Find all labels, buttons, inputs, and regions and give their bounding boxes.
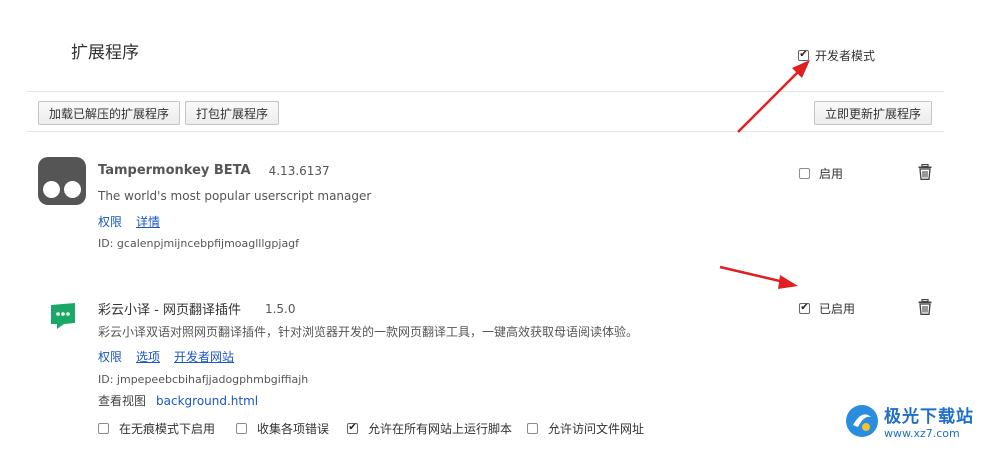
extension-version: 1.5.0 bbox=[264, 301, 296, 316]
annotation-arrow bbox=[719, 265, 798, 289]
extension-name: 彩云小译 - 网页翻译插件 bbox=[98, 303, 241, 318]
file-urls-option[interactable]: 允许访问文件网址 bbox=[527, 420, 644, 437]
developer-website-link[interactable]: 开发者网站 bbox=[174, 348, 234, 365]
collect-errors-label: 收集各项错误 bbox=[257, 422, 330, 436]
enable-label: 启用 bbox=[819, 167, 844, 181]
caiyun-icon bbox=[51, 303, 75, 329]
extension-id: ID: gcalenpjmijncebpfijmoaglllgpjagf bbox=[98, 237, 300, 250]
all-sites-option[interactable]: 允许在所有网站上运行脚本 bbox=[347, 420, 512, 437]
extension-id: ID: jmpepeebcbihafjjadogphmbgiffiajh bbox=[98, 373, 309, 386]
pack-extension-button[interactable]: 打包扩展程序 bbox=[185, 101, 279, 125]
extension-description: The world's most popular userscript mana… bbox=[98, 189, 372, 203]
incognito-option[interactable]: 在无痕模式下启用 bbox=[98, 420, 215, 437]
enable-toggle[interactable]: 启用 bbox=[799, 165, 843, 182]
watermark-logo-icon bbox=[846, 405, 878, 437]
background-page-link[interactable]: background.html bbox=[156, 394, 258, 408]
collect-errors-checkbox[interactable] bbox=[236, 423, 248, 434]
enable-checkbox[interactable] bbox=[799, 303, 810, 314]
developer-mode-label: 开发者模式 bbox=[815, 49, 876, 63]
update-extensions-button[interactable]: 立即更新扩展程序 bbox=[814, 101, 932, 125]
incognito-label: 在无痕模式下启用 bbox=[119, 422, 216, 436]
collect-errors-option[interactable]: 收集各项错误 bbox=[236, 420, 329, 437]
permissions-link[interactable]: 权限 bbox=[98, 348, 122, 365]
extension-version: 4.13.6137 bbox=[268, 163, 330, 178]
page-title: 扩展程序 bbox=[71, 43, 139, 63]
incognito-checkbox[interactable] bbox=[98, 423, 109, 434]
enable-checkbox[interactable] bbox=[799, 168, 810, 179]
file-urls-checkbox[interactable] bbox=[527, 423, 539, 434]
file-urls-label: 允许访问文件网址 bbox=[548, 422, 645, 436]
enable-toggle[interactable]: 已启用 bbox=[799, 300, 855, 317]
details-link[interactable]: 详情 bbox=[136, 213, 160, 230]
all-sites-checkbox[interactable] bbox=[347, 423, 359, 434]
tampermonkey-icon bbox=[38, 157, 86, 205]
load-unpacked-button[interactable]: 加载已解压的扩展程序 bbox=[38, 101, 180, 125]
enable-label: 已启用 bbox=[819, 302, 856, 316]
all-sites-label: 允许在所有网站上运行脚本 bbox=[368, 422, 513, 436]
inspect-views-label: 查看视图 bbox=[98, 394, 147, 408]
watermark: 极光下载站 www.xz7.com bbox=[844, 402, 974, 440]
trash-icon[interactable] bbox=[918, 299, 932, 315]
extension-name: Tampermonkey BETA bbox=[98, 163, 251, 178]
annotation-arrow bbox=[737, 60, 810, 133]
trash-icon[interactable] bbox=[918, 164, 932, 180]
watermark-brand: 极光下载站 bbox=[884, 407, 974, 427]
watermark-url: www.xz7.com bbox=[884, 427, 960, 440]
options-link[interactable]: 选项 bbox=[136, 348, 160, 365]
permissions-link[interactable]: 权限 bbox=[98, 213, 122, 230]
extension-description: 彩云小译双语对照网页翻译插件，针对浏览器开发的一款网页翻译工具，一键高效获取母语… bbox=[98, 325, 639, 339]
